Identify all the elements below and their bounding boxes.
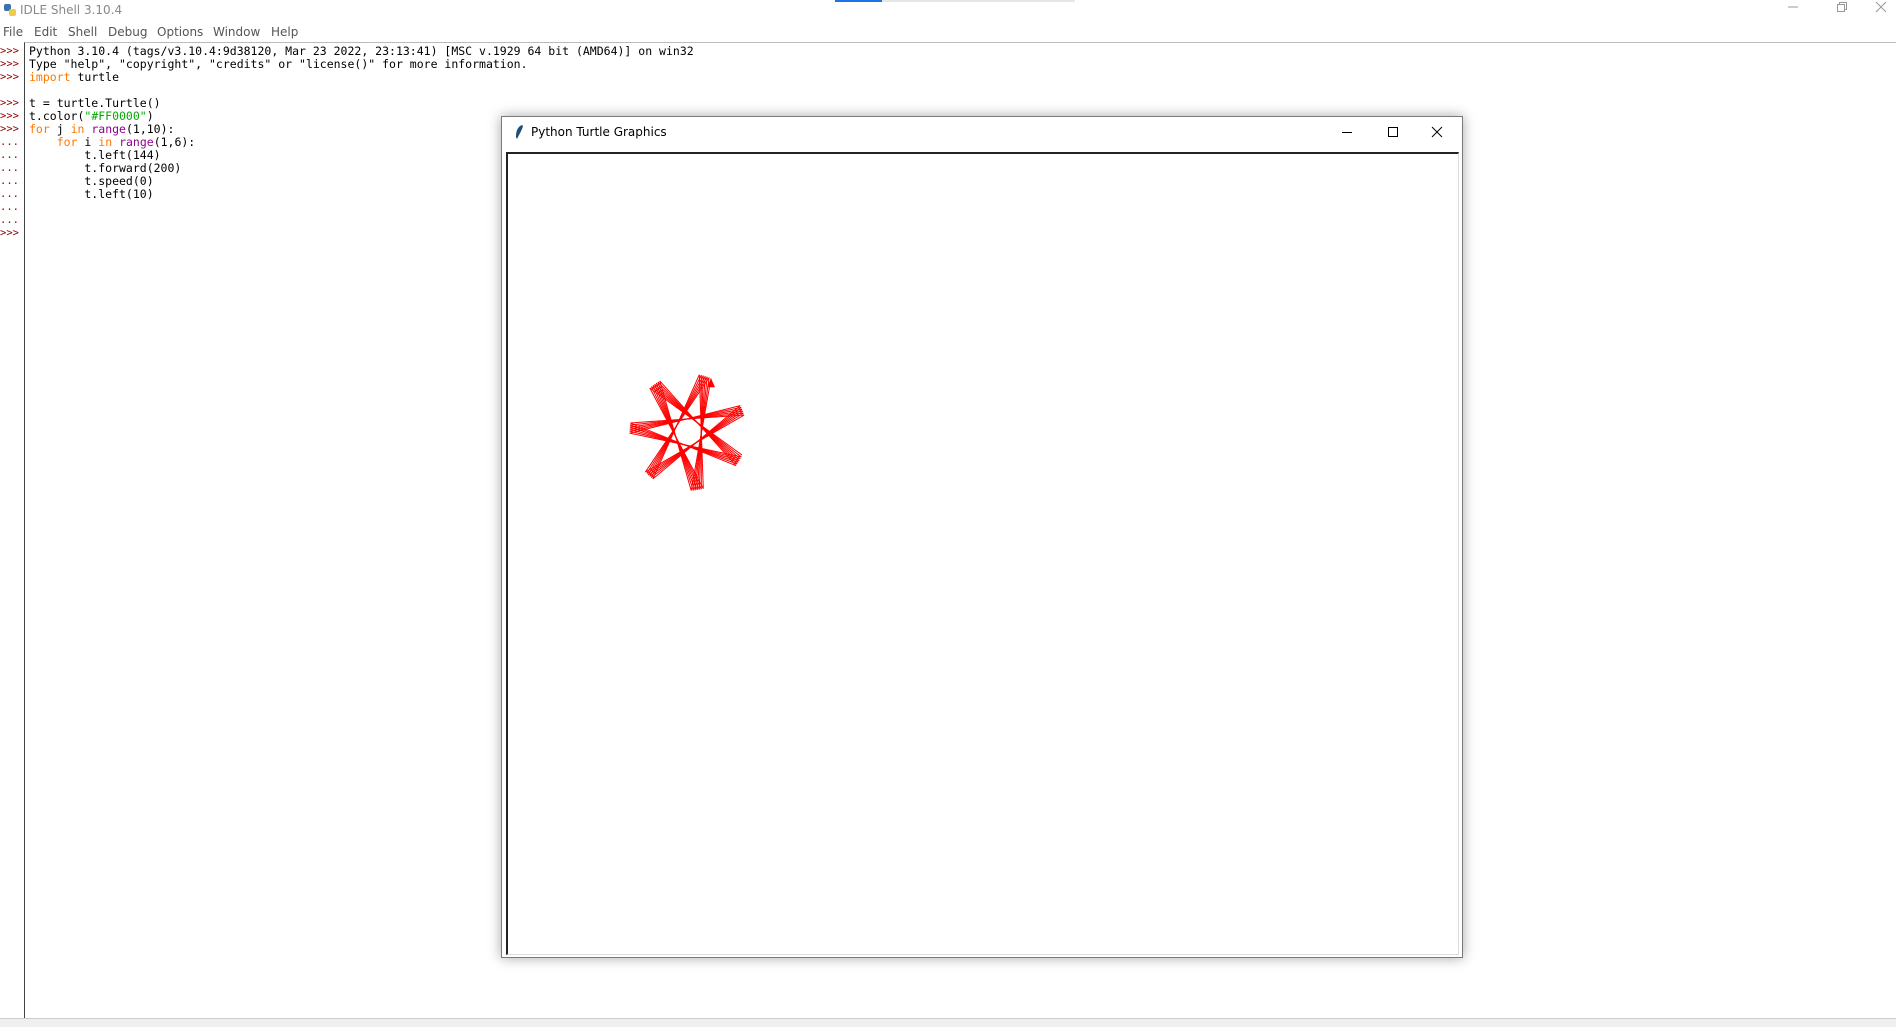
menu-edit[interactable]: Edit [34, 25, 57, 39]
shell-line: Type "help", "copyright", "credits" or "… [29, 58, 694, 71]
prompt-marker: ... [0, 175, 19, 187]
prompt-marker: >>> [0, 227, 19, 239]
code-token-str: "#FF0000" [84, 109, 147, 123]
code-token: (1,6): [153, 135, 196, 149]
close-icon [1875, 1, 1887, 13]
turtle-canvas[interactable] [506, 152, 1459, 955]
prompt-marker: ... [0, 162, 19, 174]
feather-icon [516, 125, 523, 139]
idle-title-bar: IDLE Shell 3.10.4 [0, 0, 1896, 22]
prompt-gutter: >>> >>> >>> >>> >>> >>>..................... >… [0, 45, 24, 240]
code-token-kw: import [29, 70, 71, 84]
prompt-marker: >>> [0, 71, 19, 83]
code-token: j [49, 122, 71, 136]
maximize-icon [1388, 127, 1398, 137]
prompt-marker: >>> [0, 123, 19, 135]
menu-debug[interactable]: Debug [108, 25, 147, 39]
turtle-path [629, 374, 745, 491]
code-token: t.left(10) [29, 187, 154, 201]
code-token: (1,10): [125, 122, 175, 136]
code-token: i [77, 135, 99, 149]
minimize-button[interactable] [1771, 0, 1815, 22]
code-token: Python 3.10.4 (tags/v3.10.4:9d38120, Mar… [29, 44, 694, 58]
turtle-line [659, 380, 692, 491]
code-token-kw: in [70, 122, 85, 136]
python-app-icon [4, 4, 16, 16]
prompt-marker: ... [0, 149, 19, 161]
prompt-marker [0, 84, 24, 97]
menu-shell[interactable]: Shell [68, 25, 97, 39]
turtle-graphics-window[interactable]: Python Turtle Graphics [501, 116, 1463, 958]
turtle-maximize-button[interactable] [1370, 117, 1415, 149]
code-token: t.left(144) [29, 148, 161, 162]
menu-window[interactable]: Window [213, 25, 260, 39]
prompt-marker: ... [0, 188, 19, 200]
prompt-marker: >>> [0, 58, 19, 70]
code-token-kw: for [29, 122, 50, 136]
code-token-kw: for [56, 135, 78, 149]
code-token-kw: in [98, 135, 113, 149]
menu-help[interactable]: Help [271, 25, 298, 39]
minimize-icon [1342, 132, 1352, 133]
menu-file[interactable]: File [3, 25, 23, 39]
tab-indicator [835, 0, 1075, 2]
restore-icon [1837, 2, 1847, 12]
prompt-marker: ... [0, 136, 19, 148]
code-token: turtle [70, 70, 120, 84]
turtle-window-title: Python Turtle Graphics [531, 125, 667, 139]
code-token: t.color( [29, 109, 85, 123]
turtle-close-button[interactable] [1415, 117, 1460, 149]
code-token-bi: range [91, 122, 126, 136]
restore-button[interactable] [1820, 0, 1864, 22]
code-token: t.forward(200) [29, 161, 182, 175]
code-token: ) [146, 109, 154, 123]
turtle-drawing [629, 374, 745, 491]
status-bar [0, 1018, 1896, 1027]
close-icon [1431, 126, 1443, 138]
prompt-marker: ... [0, 214, 19, 226]
menu-bar: File Edit Shell Debug Options Window Hel… [0, 22, 1896, 42]
turtle-title-bar[interactable]: Python Turtle Graphics [502, 117, 1462, 149]
minimize-icon [1788, 6, 1798, 8]
turtle-minimize-button[interactable] [1325, 117, 1370, 149]
close-button[interactable] [1866, 0, 1896, 22]
menu-options[interactable]: Options [157, 25, 203, 39]
prompt-marker: ... [0, 201, 19, 213]
code-token-bi: range [119, 135, 154, 149]
shell-line: import turtle [29, 71, 694, 84]
window-title: IDLE Shell 3.10.4 [20, 3, 123, 17]
code-token: t.speed(0) [29, 174, 154, 188]
code-token: t = turtle.Turtle() [29, 96, 161, 110]
prompt-marker: >>> [0, 45, 19, 57]
prompt-marker: >>> [0, 110, 19, 122]
prompt-marker: >>> [0, 97, 19, 109]
code-token: Type "help", "copyright", "credits" or "… [29, 57, 528, 71]
